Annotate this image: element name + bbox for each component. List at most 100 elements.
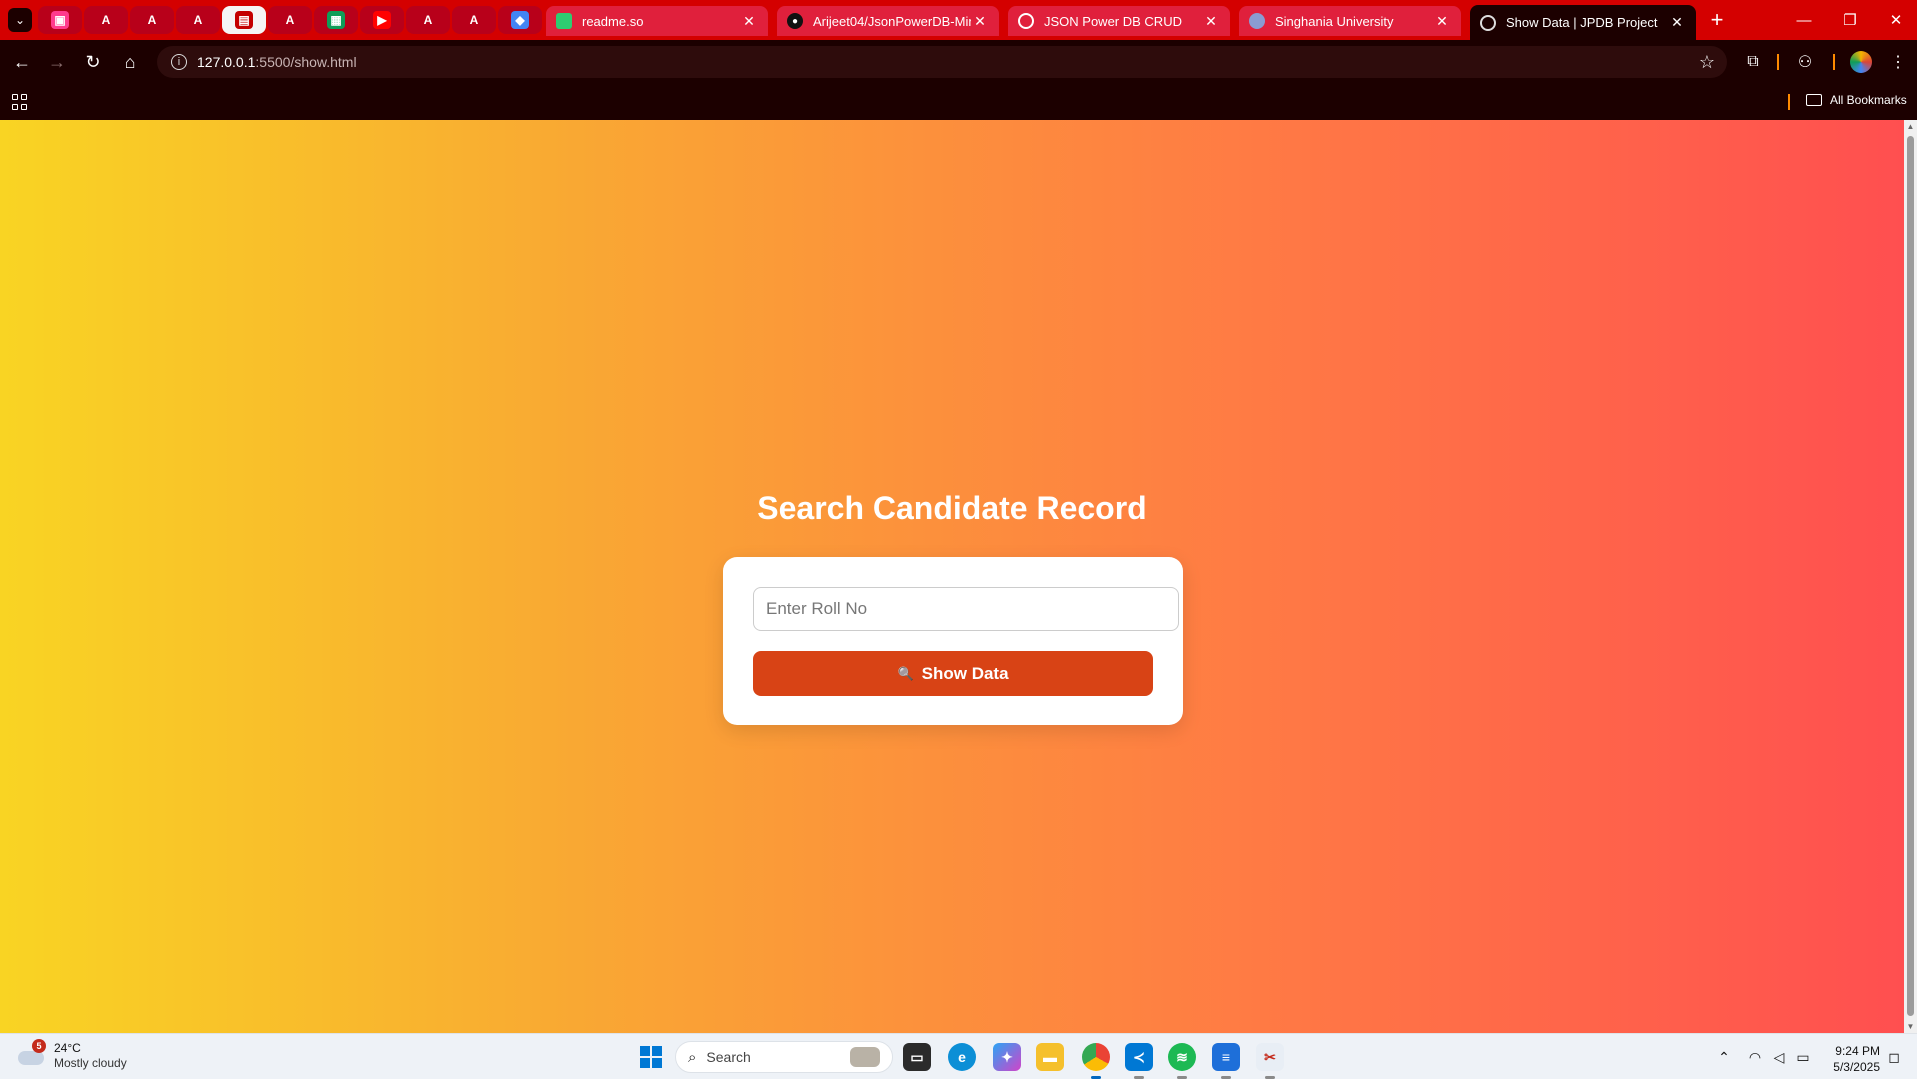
notifications-icon[interactable]: ◻ xyxy=(1884,1047,1904,1067)
close-icon[interactable]: ✕ xyxy=(1202,12,1220,30)
github-icon: ● xyxy=(787,13,803,29)
page-icon: ▤ xyxy=(235,11,253,29)
edge-icon[interactable]: e xyxy=(948,1043,976,1071)
spotify-icon[interactable]: ≋ xyxy=(1168,1043,1196,1071)
tab-title: JSON Power DB CRUD xyxy=(1044,13,1182,29)
menu-icon[interactable]: ⋮ xyxy=(1884,48,1912,76)
tab-show-data[interactable]: Show Data | JPDB Project ✕ xyxy=(1470,5,1696,40)
folder-icon xyxy=(1806,94,1822,106)
bookmark-star-icon[interactable]: ☆ xyxy=(1699,52,1715,73)
cloud-icon: 5 xyxy=(18,1039,46,1067)
forward-button[interactable]: → xyxy=(42,47,72,77)
vscode-icon[interactable]: ≺ xyxy=(1125,1043,1153,1071)
profile-avatar[interactable] xyxy=(1850,51,1872,73)
close-window-button[interactable]: ✕ xyxy=(1873,0,1917,40)
tab-title: Singhania University xyxy=(1275,13,1394,29)
pinned-tab[interactable]: A xyxy=(268,6,312,34)
taskbar-search-label: Search xyxy=(706,1049,751,1065)
apps-grid-icon[interactable] xyxy=(12,94,28,110)
weather-widget[interactable]: 5 24°C Mostly cloudy xyxy=(18,1039,127,1071)
page-viewport: Search Candidate Record 🔍 Show Data ▲ ▼ xyxy=(0,120,1917,1033)
tab-github[interactable]: ● Arijeet04/JsonPowerDB-Mini-I ✕ xyxy=(777,6,999,36)
clock-time: 9:24 PM xyxy=(1835,1044,1880,1058)
all-bookmarks-button[interactable]: All Bookmarks xyxy=(1806,93,1907,107)
windows-start-icon[interactable] xyxy=(640,1046,662,1068)
tab-readme[interactable]: readme.so ✕ xyxy=(546,6,768,36)
file-explorer-icon[interactable]: ▬ xyxy=(1036,1043,1064,1071)
pinned-tab[interactable]: A xyxy=(176,6,220,34)
tab-title: Arijeet04/JsonPowerDB-Mini-I xyxy=(813,13,971,29)
pinned-tab[interactable]: ▶ xyxy=(360,6,404,34)
snipping-tool-icon[interactable]: ✂ xyxy=(1256,1043,1284,1071)
wifi-icon[interactable]: ◠ xyxy=(1745,1047,1765,1067)
angular-icon: A xyxy=(469,13,479,27)
close-icon[interactable]: ✕ xyxy=(971,12,989,30)
globe-icon xyxy=(1018,13,1034,29)
close-icon[interactable]: ✕ xyxy=(1433,12,1451,30)
university-icon xyxy=(1249,13,1265,29)
chevron-up-icon[interactable]: ⌃ xyxy=(1714,1047,1734,1067)
search-card: 🔍 Show Data xyxy=(723,557,1183,725)
task-view-icon[interactable]: ▭ xyxy=(903,1043,931,1071)
pinned-tab[interactable]: ▦ xyxy=(314,6,358,34)
back-button[interactable]: ← xyxy=(7,47,37,77)
tab-singhania[interactable]: Singhania University ✕ xyxy=(1239,6,1461,36)
globe-icon xyxy=(1480,14,1496,31)
site-info-icon[interactable]: i xyxy=(171,54,187,70)
roll-no-input[interactable] xyxy=(753,587,1179,631)
notepad-icon[interactable]: ≡ xyxy=(1212,1043,1240,1071)
address-bar[interactable]: i 127.0.0.1 :5500/show.html ☆ xyxy=(157,46,1727,78)
scroll-down-arrow-icon[interactable]: ▼ xyxy=(1906,1022,1915,1031)
show-data-label: Show Data xyxy=(921,663,1009,683)
toolbar-divider xyxy=(1777,54,1779,70)
taskbar-search[interactable]: ⌕ Search xyxy=(675,1041,893,1073)
app-icon: ▣ xyxy=(51,11,69,29)
reload-button[interactable]: ↻ xyxy=(78,47,108,77)
speaker-icon[interactable]: ◁ xyxy=(1769,1047,1789,1067)
pinned-tab[interactable]: ▣ xyxy=(38,6,82,34)
scroll-thumb[interactable] xyxy=(1907,136,1914,1016)
extensions-icon[interactable]: ⧉ xyxy=(1739,48,1767,76)
battery-icon[interactable]: ▭ xyxy=(1793,1047,1813,1067)
pinned-tab[interactable]: A xyxy=(406,6,450,34)
show-data-button[interactable]: 🔍 Show Data xyxy=(753,651,1153,696)
pinned-tab[interactable]: ◆ xyxy=(498,6,542,34)
tab-title: Show Data | JPDB Project xyxy=(1506,15,1658,30)
new-tab-button[interactable]: + xyxy=(1703,7,1731,32)
page-title: Search Candidate Record xyxy=(757,490,1147,526)
pinned-tab[interactable]: A xyxy=(84,6,128,34)
close-icon[interactable]: ✕ xyxy=(740,12,758,30)
pinned-tab[interactable]: A xyxy=(452,6,496,34)
weather-condition: Mostly cloudy xyxy=(54,1056,127,1070)
arrow-right-icon: → xyxy=(48,51,66,72)
sheet-icon: ▦ xyxy=(327,11,345,29)
pinned-tab[interactable]: A xyxy=(130,6,174,34)
close-icon[interactable]: ✕ xyxy=(1668,14,1686,32)
all-bookmarks-label: All Bookmarks xyxy=(1830,93,1907,107)
home-button[interactable]: ⌂ xyxy=(115,47,145,77)
scroll-up-arrow-icon[interactable]: ▲ xyxy=(1906,122,1915,131)
toolbar-divider xyxy=(1833,54,1835,70)
vertical-scrollbar[interactable]: ▲ ▼ xyxy=(1904,120,1917,1033)
system-clock[interactable]: 9:24 PM 5/3/2025 xyxy=(1820,1043,1880,1075)
screen: ⌄ ▣ A A A ▤ A ▦ ▶ A A ◆ readme.so ✕ ● Ar… xyxy=(0,0,1917,1079)
arrow-left-icon: ← xyxy=(13,51,31,72)
angular-icon: A xyxy=(101,13,111,27)
tab-jpdb-crud[interactable]: JSON Power DB CRUD ✕ xyxy=(1008,6,1230,36)
tab-search-button[interactable]: ⌄ xyxy=(8,8,32,32)
reload-icon: ↻ xyxy=(85,51,101,72)
clock-date: 5/3/2025 xyxy=(1833,1060,1880,1074)
tab-strip: ⌄ ▣ A A A ▤ A ▦ ▶ A A ◆ readme.so ✕ ● Ar… xyxy=(0,0,1917,40)
browser-toolbar: ← → ↻ ⌂ i 127.0.0.1 :5500/show.html ☆ ⧉ … xyxy=(0,40,1917,84)
pinned-tab[interactable]: ▤ xyxy=(222,6,266,34)
chrome-icon[interactable] xyxy=(1082,1043,1110,1071)
copilot-icon[interactable]: ✦ xyxy=(993,1043,1021,1071)
restore-button[interactable]: ❐ xyxy=(1827,0,1873,40)
puzzle-icon: ◆ xyxy=(511,11,529,29)
angular-icon: A xyxy=(285,13,295,27)
incognito-icon[interactable]: ⚇ xyxy=(1791,48,1819,76)
search-highlight-image xyxy=(850,1047,880,1067)
angular-icon: A xyxy=(147,13,157,27)
home-icon: ⌂ xyxy=(124,51,136,72)
minimize-button[interactable]: — xyxy=(1781,0,1827,40)
